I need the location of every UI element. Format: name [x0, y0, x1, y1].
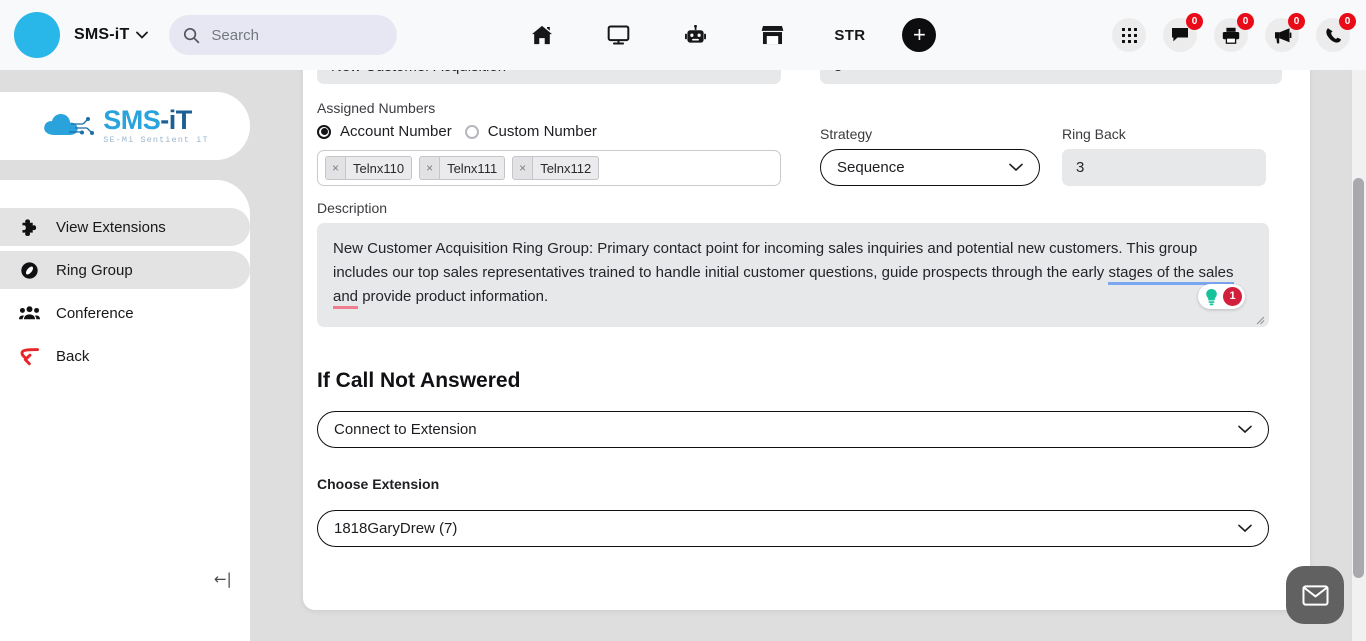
- grammar-issue-count: 1: [1223, 287, 1242, 306]
- strategy-value: Sequence: [837, 159, 905, 176]
- search-input[interactable]: Search: [169, 15, 398, 55]
- logo-tagline: SE-Mi Sentient iT: [103, 135, 209, 146]
- if-call-not-answered-value: Connect to Extension: [334, 421, 477, 438]
- sidebar-item-back[interactable]: Back: [0, 337, 250, 375]
- top-nav-icons: STR: [503, 13, 888, 57]
- sidebar-item-view-extensions[interactable]: View Extensions: [0, 208, 250, 246]
- message-fab-button[interactable]: [1286, 566, 1344, 624]
- sidebar-item-label: View Extensions: [56, 218, 166, 236]
- back-arrow-icon: [18, 347, 40, 366]
- phone-icon[interactable]: 0: [1316, 13, 1356, 52]
- description-grammar-error[interactable]: and: [333, 288, 359, 309]
- robot-icon[interactable]: [657, 13, 734, 57]
- search-placeholder: Search: [211, 26, 259, 44]
- scrollbar-thumb[interactable]: [1353, 178, 1364, 578]
- strategy-select[interactable]: Sequence: [820, 149, 1040, 186]
- assigned-numbers-label: Assigned Numbers: [317, 100, 436, 116]
- number-tag[interactable]: × Telnx110: [325, 156, 413, 180]
- description-textarea[interactable]: New Customer Acquisition Ring Group: Pri…: [317, 223, 1269, 327]
- home-icon[interactable]: [503, 13, 580, 57]
- if-call-not-answered-title: If Call Not Answered: [317, 369, 521, 392]
- store-icon[interactable]: [734, 13, 811, 57]
- top-bar: SMS-iT Search STR + 0 0 0 0: [0, 0, 1366, 70]
- search-icon: [184, 27, 200, 43]
- sidebar: SMS-iT SE-Mi Sentient iT View Extensions: [0, 70, 250, 641]
- chevron-down-icon[interactable]: [136, 31, 149, 39]
- people-icon: [18, 305, 40, 321]
- add-button[interactable]: +: [902, 18, 937, 52]
- lightbulb-icon: [1206, 288, 1217, 305]
- chevron-down-icon: [1009, 160, 1023, 175]
- description-text-part1: New Customer Acquisition Ring Group: Pri…: [333, 240, 1198, 281]
- tag-label: Telnx111: [447, 160, 498, 176]
- sidebar-collapse-button[interactable]: ←|: [214, 570, 232, 588]
- choose-extension-value: 1818GaryDrew (7): [334, 520, 458, 537]
- phone-badge: 0: [1339, 13, 1356, 30]
- chat-icon[interactable]: 0: [1163, 13, 1203, 52]
- choose-extension-label: Choose Extension: [317, 476, 440, 492]
- number-tag[interactable]: × Telnx111: [419, 156, 506, 180]
- sms-it-cloud-logo-icon: [44, 114, 95, 135]
- str-nav-item[interactable]: STR: [811, 13, 888, 57]
- chat-badge: 0: [1186, 13, 1203, 30]
- description-label: Description: [317, 200, 388, 216]
- ring-back-label: Ring Back: [1062, 126, 1126, 142]
- ring-group-form-card: New Customer Acquisition 5 Assigned Numb…: [303, 48, 1310, 610]
- top-right-icons: 0 0 0 0: [1112, 0, 1356, 70]
- printer-badge: 0: [1237, 13, 1254, 30]
- puzzle-icon: [18, 218, 40, 237]
- description-text-part2: provide product information.: [358, 288, 549, 305]
- sidebar-nav: View Extensions Ring Group Conference Ba…: [0, 180, 250, 641]
- brand-avatar[interactable]: [14, 12, 60, 58]
- tag-remove-icon[interactable]: ×: [326, 157, 346, 179]
- apps-grid-icon[interactable]: [1112, 18, 1146, 52]
- page-scrollbar[interactable]: [1351, 70, 1366, 641]
- description-grammar-suggestion[interactable]: stages of the sales: [1108, 264, 1234, 285]
- strategy-label: Strategy: [820, 126, 873, 142]
- tag-remove-icon[interactable]: ×: [513, 157, 534, 179]
- page-body: SMS-iT SE-Mi Sentient iT View Extensions: [0, 48, 1366, 641]
- tag-label: Telnx112: [540, 160, 592, 176]
- brand-name[interactable]: SMS-iT: [74, 26, 129, 44]
- envelope-icon: [1301, 584, 1329, 606]
- radio-account-number-label: Account Number: [340, 123, 452, 140]
- megaphone-icon[interactable]: 0: [1265, 13, 1305, 52]
- printer-icon[interactable]: 0: [1214, 13, 1254, 52]
- sidebar-item-conference[interactable]: Conference: [0, 294, 250, 332]
- sidebar-item-label: Conference: [56, 304, 134, 322]
- sidebar-logo[interactable]: SMS-iT SE-Mi Sentient iT: [0, 92, 250, 160]
- sidebar-item-label: Back: [56, 347, 90, 365]
- monitor-icon[interactable]: [580, 13, 657, 57]
- grammar-assistant-badge[interactable]: 1: [1198, 284, 1245, 309]
- sidebar-item-ring-group[interactable]: Ring Group: [0, 251, 250, 289]
- logo-wordmark: SMS-iT: [103, 105, 192, 136]
- radio-custom-number[interactable]: [464, 124, 479, 139]
- choose-extension-select[interactable]: 1818GaryDrew (7): [317, 510, 1269, 547]
- number-tag[interactable]: × Telnx112: [512, 156, 600, 180]
- textarea-resize-handle[interactable]: [1255, 315, 1265, 325]
- circle-slash-icon: [18, 261, 40, 280]
- app-root: SMS-iT Search STR + 0 0 0 0 SMS-iT SE-Mi…: [0, 0, 1366, 641]
- megaphone-badge: 0: [1288, 13, 1305, 30]
- if-call-not-answered-select[interactable]: Connect to Extension: [317, 411, 1269, 448]
- chevron-down-icon: [1238, 521, 1252, 536]
- main-content: New Customer Acquisition 5 Assigned Numb…: [250, 48, 1366, 641]
- ring-back-input[interactable]: 3: [1062, 149, 1266, 186]
- radio-account-number[interactable]: [317, 124, 331, 139]
- radio-custom-number-label: Custom Number: [487, 123, 597, 140]
- tag-label: Telnx110: [353, 160, 405, 176]
- tag-remove-icon[interactable]: ×: [420, 157, 441, 179]
- assigned-numbers-input[interactable]: × Telnx110 × Telnx111 × Telnx112: [317, 150, 781, 186]
- sidebar-item-label: Ring Group: [56, 261, 133, 279]
- chevron-down-icon: [1238, 422, 1252, 437]
